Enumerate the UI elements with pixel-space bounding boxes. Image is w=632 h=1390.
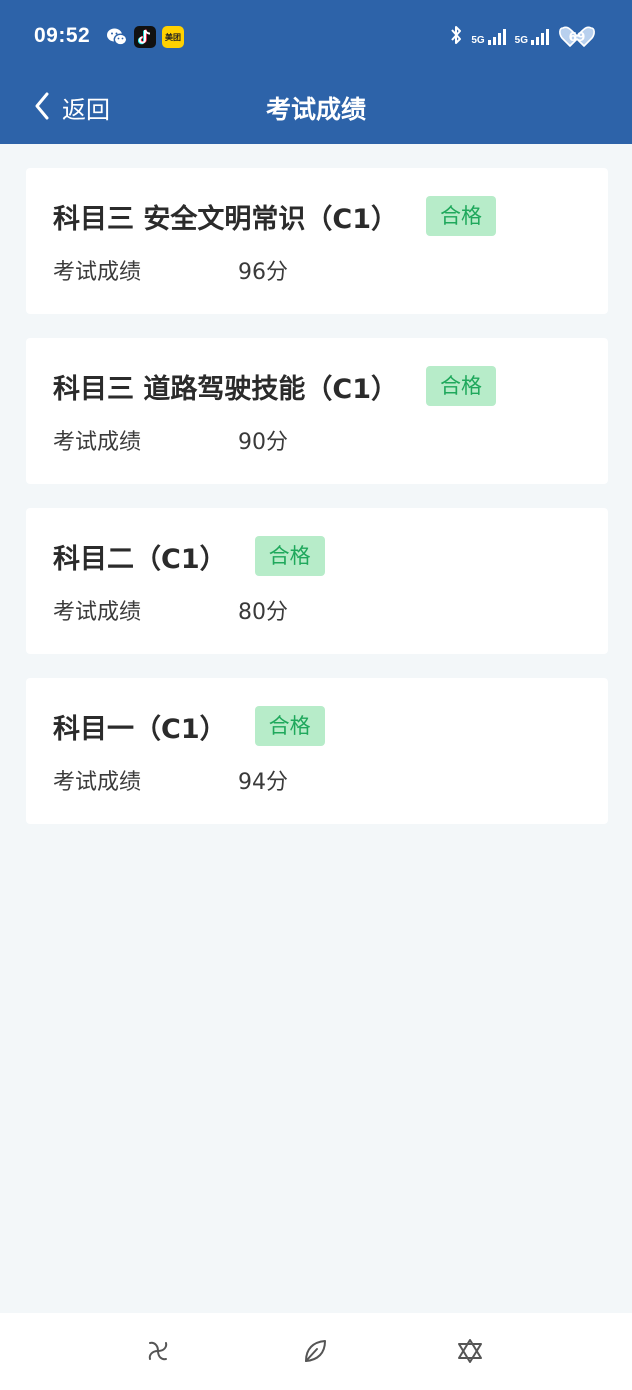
score-label: 考试成绩: [53, 430, 142, 455]
card-header: 科目二（C1） 合格: [53, 536, 325, 576]
card-header: 科目一（C1） 合格: [53, 706, 325, 746]
card-header: 科目三 安全文明常识（C1） 合格: [53, 196, 497, 236]
subject-title: 科目一（C1）: [53, 713, 227, 745]
battery-icon: 69: [558, 25, 596, 49]
result-card[interactable]: 科目二（C1） 合格 考试成绩 80分: [26, 508, 608, 654]
meituan-icon: 美团: [162, 26, 184, 48]
score-label: 考试成绩: [53, 770, 142, 795]
score-row: 考试成绩 80分: [53, 594, 288, 626]
signal-2-label: 5G: [514, 35, 528, 46]
status-bar: 09:52 美团 5G 5G 69: [0, 0, 632, 76]
status-app-icons: 美团: [106, 26, 184, 48]
signal-bars-icon: [531, 29, 549, 45]
score-row: 考试成绩 94分: [53, 764, 288, 796]
result-card[interactable]: 科目三 安全文明常识（C1） 合格 考试成绩 96分: [26, 168, 608, 314]
leaf-icon[interactable]: [301, 1337, 329, 1365]
top-bar: 09:52 美团 5G 5G 69 返回 考试成绩: [0, 0, 632, 144]
status-time: 09:52: [34, 24, 91, 47]
star-of-david-icon[interactable]: [456, 1337, 484, 1365]
result-list: 科目三 安全文明常识（C1） 合格 考试成绩 96分 科目三 道路驾驶技能（C1…: [26, 168, 608, 848]
nav-bar: 返回 考试成绩: [0, 76, 632, 144]
status-badge: 合格: [254, 536, 325, 576]
signal-bars-icon: [487, 29, 506, 45]
score-value: 96分: [238, 260, 288, 285]
signal-2: 5G: [515, 28, 550, 46]
subject-title: 科目二（C1）: [53, 543, 227, 575]
subject-title: 科目三 道路驾驶技能（C1）: [53, 373, 399, 405]
score-label: 考试成绩: [53, 600, 142, 625]
score-value: 94分: [238, 770, 288, 795]
signal-1: 5G: [471, 28, 506, 46]
result-card[interactable]: 科目三 道路驾驶技能（C1） 合格 考试成绩 90分: [26, 338, 608, 484]
score-value: 80分: [238, 600, 288, 625]
bottom-nav-bar: [0, 1313, 632, 1390]
signal-1-label: 5G: [471, 35, 485, 46]
pinwheel-icon[interactable]: [144, 1337, 172, 1365]
tiktok-icon: [134, 26, 156, 48]
result-card[interactable]: 科目一（C1） 合格 考试成绩 94分: [26, 678, 608, 824]
battery-level: 69: [568, 30, 586, 44]
back-label: 返回: [62, 96, 110, 124]
status-indicators: 5G 5G 69: [449, 24, 596, 50]
score-value: 90分: [238, 430, 288, 455]
wechat-icon: [106, 26, 128, 48]
card-header: 科目三 道路驾驶技能（C1） 合格: [53, 366, 497, 406]
score-row: 考试成绩 96分: [53, 254, 288, 286]
status-badge: 合格: [426, 196, 497, 236]
score-row: 考试成绩 90分: [53, 424, 288, 456]
status-badge: 合格: [254, 706, 325, 746]
back-button[interactable]: 返回: [34, 90, 110, 125]
chevron-left-icon: [34, 92, 50, 124]
subject-title: 科目三 安全文明常识（C1）: [53, 203, 399, 235]
bluetooth-icon: [449, 24, 463, 50]
score-label: 考试成绩: [53, 260, 142, 285]
status-badge: 合格: [426, 366, 497, 406]
